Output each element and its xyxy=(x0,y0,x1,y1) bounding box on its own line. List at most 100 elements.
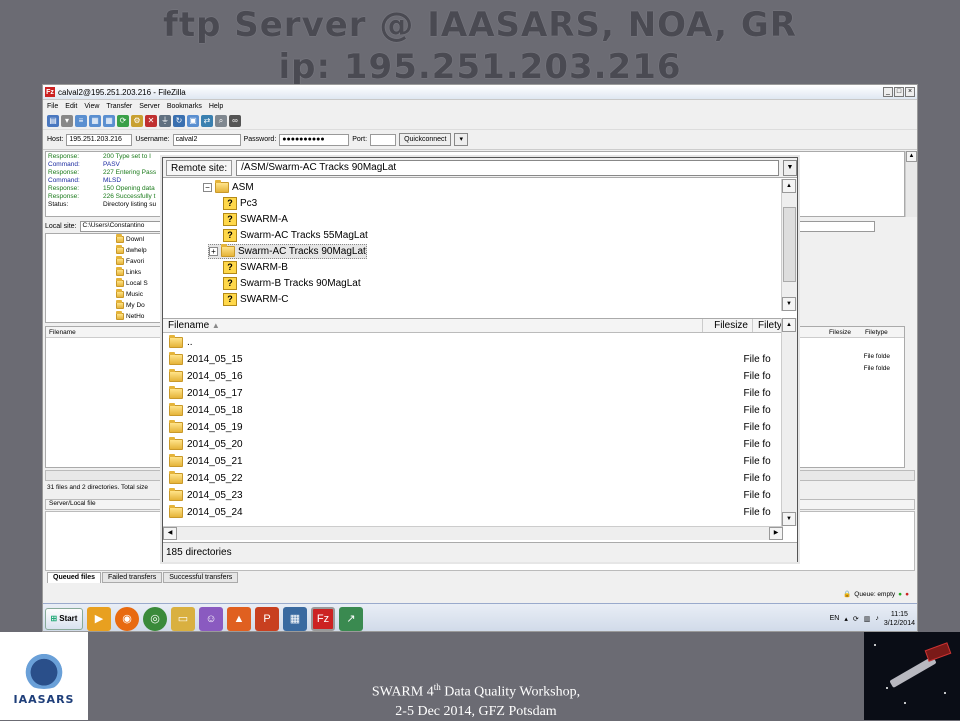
remote-tree-item[interactable]: ? SWARM-C xyxy=(223,292,289,307)
remote-tree-item[interactable]: + Swarm-AC Tracks 90MagLat xyxy=(208,244,367,259)
app-cat-icon[interactable]: ☺ xyxy=(199,606,223,631)
cancel-icon[interactable]: ✕ xyxy=(145,114,157,127)
local-tree-item[interactable]: My Do xyxy=(116,300,162,311)
remote-tree-item[interactable]: ? SWARM-A xyxy=(223,212,288,227)
search-icon[interactable]: ⌕ xyxy=(215,114,227,127)
file-row[interactable]: 2014_05_15 File fo xyxy=(163,351,783,368)
quickconnect-button[interactable]: Quickconnect xyxy=(399,133,452,146)
matlab-icon[interactable]: ▲ xyxy=(227,606,251,631)
username-input[interactable] xyxy=(172,133,241,146)
remote-tree-item[interactable]: ? SWARM-B xyxy=(223,260,288,275)
menu-item-transfer[interactable]: Transfer xyxy=(106,103,132,110)
folder-icon xyxy=(169,403,183,416)
local-tree-item[interactable]: Local S xyxy=(116,278,162,289)
local-filetype-header[interactable]: Filetype xyxy=(865,329,888,336)
file-row[interactable]: 2014_05_21 File fo xyxy=(163,453,783,470)
file-explorer-icon[interactable]: ▭ xyxy=(171,606,195,631)
file-row[interactable]: 2014_05_24 File fo xyxy=(163,504,783,521)
tree-scroll-up-icon[interactable]: ▲ xyxy=(782,179,796,193)
password-input[interactable] xyxy=(279,133,350,146)
file-row[interactable]: 2014_05_20 File fo xyxy=(163,436,783,453)
language-indicator[interactable]: EN xyxy=(830,615,840,622)
menu-item-view[interactable]: View xyxy=(84,103,99,110)
refresh-icon[interactable]: ⟳ xyxy=(117,114,129,127)
menu-item-help[interactable]: Help xyxy=(209,103,223,110)
remote-tree-root[interactable]: − ASM xyxy=(203,180,254,195)
firefox-icon[interactable]: ◉ xyxy=(115,606,139,631)
scroll-up-icon[interactable]: ▲ xyxy=(906,151,917,162)
tab-successful-transfers[interactable]: Successful transfers xyxy=(163,572,239,583)
remote-site-path[interactable]: /ASM/Swarm-AC Tracks 90MagLat xyxy=(236,159,779,176)
port-input[interactable] xyxy=(370,133,397,146)
toggle-log-icon[interactable]: ≡ xyxy=(75,114,87,127)
local-filesize-header[interactable]: Filesize xyxy=(829,329,865,336)
file-row[interactable]: 2014_05_23 File fo xyxy=(163,487,783,504)
remote-tree-item[interactable]: ? Swarm-AC Tracks 55MagLat xyxy=(223,228,368,243)
media-player-icon[interactable]: ▶ xyxy=(87,606,111,631)
local-tree-item[interactable]: NetHo xyxy=(116,311,162,322)
tab-queued-files[interactable]: Queued files xyxy=(47,572,102,583)
quickconnect-dropdown-button[interactable]: ▾ xyxy=(454,133,468,146)
filezilla-taskbar-icon[interactable]: Fz xyxy=(311,606,335,631)
file-row[interactable]: .. xyxy=(163,334,783,351)
dropdown-icon[interactable]: ▾ xyxy=(61,114,73,127)
remote-files-hscrollbar[interactable]: ◀ ▶ xyxy=(163,526,783,540)
image-viewer-icon[interactable]: ▦ xyxy=(283,606,307,631)
files-scroll-down-icon[interactable]: ▼ xyxy=(782,512,796,526)
disconnect-icon[interactable]: ⏚ xyxy=(159,114,171,127)
folder-icon xyxy=(169,505,183,518)
tree-scroll-down-icon[interactable]: ▼ xyxy=(782,297,796,311)
toggle-tree-icon[interactable]: ▦ xyxy=(89,114,101,127)
file-row[interactable]: 2014_05_19 File fo xyxy=(163,419,783,436)
menu-item-file[interactable]: File xyxy=(47,103,58,110)
tray-network-icon[interactable]: ▥ xyxy=(864,615,871,623)
site-manager-icon[interactable]: ▤ xyxy=(47,114,59,127)
local-tree-item[interactable]: Music xyxy=(116,289,162,300)
expand-icon[interactable]: + xyxy=(209,247,218,256)
file-row[interactable]: 2014_05_22 File fo xyxy=(163,470,783,487)
local-tree-item[interactable]: dwhelp xyxy=(116,245,162,256)
reconnect-icon[interactable]: ↻ xyxy=(173,114,185,127)
files-scroll-up-icon[interactable]: ▲ xyxy=(782,318,796,332)
remote-files-scrollbar[interactable]: ▲ ▼ xyxy=(781,318,797,526)
local-tree-item[interactable]: Favori xyxy=(116,256,162,267)
log-scrollbar[interactable]: ▲ xyxy=(905,151,917,217)
local-tree-item[interactable]: Links xyxy=(116,267,162,278)
remote-path-dropdown-icon[interactable]: ▼ xyxy=(783,159,797,176)
file-row[interactable]: 2014_05_17 File fo xyxy=(163,385,783,402)
remote-filename-header[interactable]: Filename ▲ xyxy=(163,319,703,332)
hscroll-right-icon[interactable]: ▶ xyxy=(769,527,783,540)
chrome-icon[interactable]: ◎ xyxy=(143,606,167,631)
process-queue-icon[interactable]: ⚙ xyxy=(131,114,143,127)
chart-app-icon[interactable]: ↗ xyxy=(339,606,363,631)
tab-failed-transfers[interactable]: Failed transfers xyxy=(102,572,163,583)
toggle-remote-icon[interactable]: ▦ xyxy=(103,114,115,127)
menu-item-bookmarks[interactable]: Bookmarks xyxy=(167,103,202,110)
file-row[interactable]: 2014_05_16 File fo xyxy=(163,368,783,385)
start-button[interactable]: ⊞ Start xyxy=(45,607,83,630)
maximize-button[interactable]: □ xyxy=(894,87,904,97)
binoculars-icon[interactable]: ∞ xyxy=(229,114,241,127)
tray-expand-icon[interactable]: ▴ xyxy=(844,615,848,623)
powerpoint-icon[interactable]: P xyxy=(255,606,279,631)
tree-scroll-thumb[interactable] xyxy=(783,207,796,282)
remote-tree-scrollbar[interactable]: ▲ ▼ xyxy=(781,179,797,311)
collapse-icon[interactable]: − xyxy=(203,183,212,192)
remote-filesize-header[interactable]: Filesize xyxy=(703,319,753,332)
hscroll-left-icon[interactable]: ◀ xyxy=(163,527,177,540)
remote-tree-item[interactable]: ? Swarm-B Tracks 90MagLat xyxy=(223,276,361,291)
tray-sync-icon[interactable]: ⟳ xyxy=(853,615,859,623)
host-input[interactable] xyxy=(66,133,133,146)
tray-volume-icon[interactable]: ♪ xyxy=(875,615,879,622)
menu-item-server[interactable]: Server xyxy=(139,103,160,110)
remote-filetype-header[interactable]: Filety xyxy=(753,319,783,332)
clock[interactable]: 11:15 3/12/2014 xyxy=(884,610,915,628)
filter-icon[interactable]: ▣ xyxy=(187,114,199,127)
close-button[interactable]: × xyxy=(905,87,915,97)
minimize-button[interactable]: _ xyxy=(883,87,893,97)
sync-icon[interactable]: ⇄ xyxy=(201,114,213,127)
file-row[interactable]: 2014_05_18 File fo xyxy=(163,402,783,419)
local-tree-item[interactable]: Downl xyxy=(116,234,162,245)
menu-item-edit[interactable]: Edit xyxy=(65,103,77,110)
remote-tree-item[interactable]: ? Pc3 xyxy=(223,196,257,211)
